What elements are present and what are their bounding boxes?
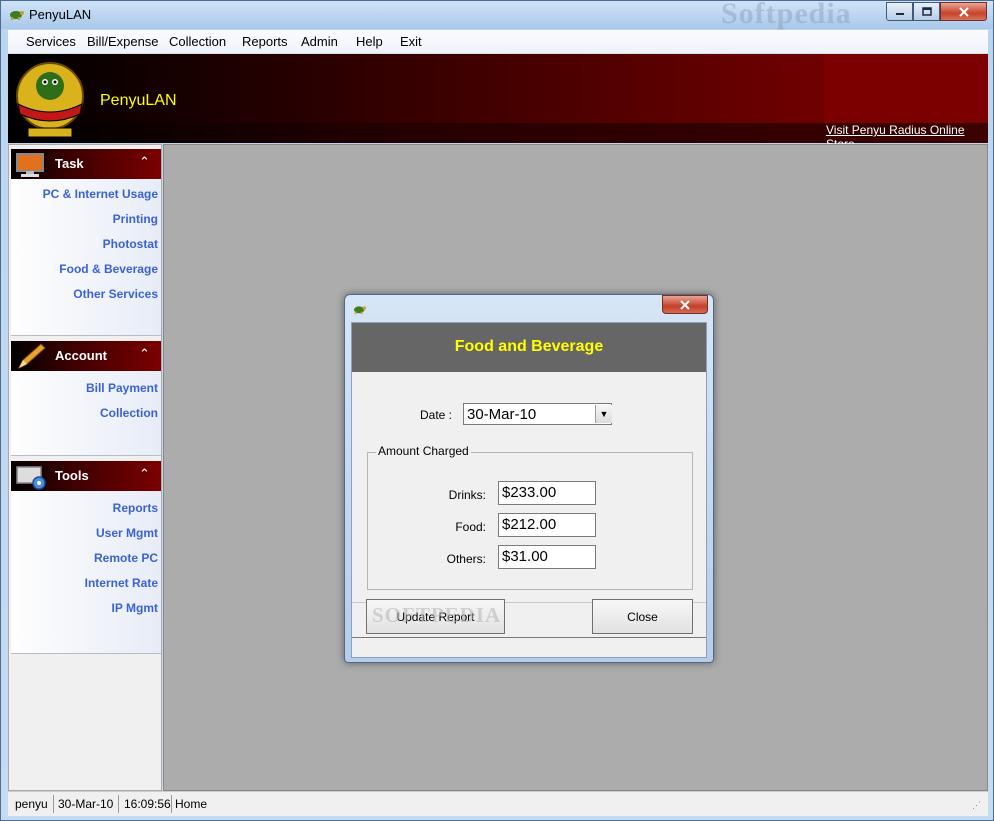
- status-time: 16:09:56: [124, 797, 171, 811]
- account-group-body: Bill Payment Collection: [11, 371, 161, 456]
- date-label: Date :: [420, 408, 453, 422]
- status-user: penyu: [15, 797, 48, 811]
- banner-app-name: PenyuLAN: [100, 92, 177, 109]
- minimize-button[interactable]: [886, 2, 913, 21]
- pencil-icon: [17, 343, 46, 370]
- date-picker[interactable]: 30-Mar-10 ▼: [463, 403, 612, 425]
- tools-icon: [16, 466, 46, 490]
- menu-exit[interactable]: Exit: [400, 34, 422, 49]
- dialog-close-button[interactable]: [662, 295, 708, 314]
- dialog-button-row: Update Report SOFTPEDIA Close: [352, 599, 706, 658]
- dialog-title: Food and Beverage: [454, 338, 604, 355]
- food-input[interactable]: $212.00: [498, 513, 596, 537]
- resize-grip-icon[interactable]: ⋰: [972, 800, 984, 812]
- turtle-app-icon: [354, 306, 366, 315]
- softpedia-watermark: Softpedia: [721, 0, 852, 30]
- maximize-button[interactable]: [913, 2, 940, 21]
- menu-collection[interactable]: Collection: [169, 34, 226, 49]
- close-label: Close: [627, 609, 658, 624]
- maximize-icon: [921, 6, 932, 16]
- account-group-header[interactable]: Account ⌃: [11, 341, 161, 371]
- divider: [352, 637, 706, 638]
- tools-reports[interactable]: Reports: [113, 501, 158, 515]
- tools-ip-mgmt[interactable]: IP Mgmt: [112, 601, 158, 615]
- status-date: 30-Mar-10: [58, 797, 114, 811]
- amount-charged-group: Amount Charged Drinks: $233.00 Food: $21…: [367, 444, 693, 590]
- account-group-title: Account: [55, 348, 107, 363]
- close-icon: [958, 6, 969, 17]
- window-close-button[interactable]: [940, 2, 987, 21]
- food-beverage-dialog: Food and Beverage Date : 30-Mar-10 ▼ Amo…: [344, 294, 714, 663]
- task-printing[interactable]: Printing: [113, 212, 158, 226]
- tools-remote-pc[interactable]: Remote PC: [94, 551, 158, 565]
- dropdown-arrow-icon[interactable]: ▼: [595, 405, 612, 423]
- account-bill-payment[interactable]: Bill Payment: [86, 381, 158, 395]
- task-photostat[interactable]: Photostat: [103, 237, 158, 251]
- dialog-header: Food and Beverage: [352, 323, 706, 372]
- tools-internet-rate[interactable]: Internet Rate: [85, 576, 158, 590]
- header-banner: PenyuLAN Visit Penyu Radius Online Store: [8, 54, 988, 151]
- tools-group-body: Reports User Mgmt Remote PC Internet Rat…: [11, 491, 161, 654]
- status-bar: penyu 30-Mar-10 16:09:56 Home ⋰: [8, 791, 988, 816]
- others-input[interactable]: $31.00: [498, 545, 596, 569]
- task-group-body: PC & Internet Usage Printing Photostat F…: [11, 179, 161, 336]
- account-collection[interactable]: Collection: [100, 406, 158, 420]
- tools-group-header[interactable]: Tools ⌃: [11, 461, 161, 491]
- menu-services[interactable]: Services: [26, 34, 76, 49]
- drinks-label: Drinks:: [448, 488, 486, 502]
- task-other-services[interactable]: Other Services: [73, 287, 158, 301]
- date-value: 30-Mar-10: [467, 406, 537, 423]
- status-location: Home: [175, 797, 208, 811]
- drinks-input[interactable]: $233.00: [498, 481, 596, 505]
- app-window: PenyuLAN Softpedia Services Bill/Expense…: [0, 0, 994, 821]
- tools-user-mgmt[interactable]: User Mgmt: [96, 526, 158, 540]
- minimize-icon: [895, 12, 904, 15]
- tools-group-title: Tools: [55, 468, 89, 483]
- amount-charged-label: Amount Charged: [376, 444, 471, 458]
- task-pc-internet-usage[interactable]: PC & Internet Usage: [43, 187, 158, 201]
- window-title: PenyuLAN: [29, 7, 92, 22]
- collapse-chevron-icon[interactable]: ⌃: [139, 466, 150, 482]
- food-label: Food:: [455, 520, 486, 534]
- close-icon: [680, 299, 690, 310]
- task-group-header[interactable]: Task ⌃: [11, 149, 161, 179]
- monitor-icon: [16, 153, 44, 177]
- penyu-radius-logo: [16, 62, 84, 138]
- others-label: Others:: [446, 552, 486, 566]
- title-bar[interactable]: PenyuLAN Softpedia: [1, 0, 994, 30]
- softpedia-watermark: SOFTPEDIA: [372, 603, 502, 627]
- collapse-chevron-icon[interactable]: ⌃: [139, 154, 150, 170]
- menu-admin[interactable]: Admin: [301, 34, 338, 49]
- turtle-app-icon: [10, 11, 24, 20]
- task-group-title: Task: [55, 156, 84, 171]
- collapse-chevron-icon[interactable]: ⌃: [139, 346, 150, 362]
- dialog-body: Food and Beverage Date : 30-Mar-10 ▼ Amo…: [351, 322, 707, 658]
- close-button[interactable]: Close: [592, 599, 693, 634]
- status-divider: [53, 795, 54, 813]
- status-divider: [118, 795, 119, 813]
- status-divider: [171, 795, 172, 813]
- menu-help[interactable]: Help: [356, 34, 383, 49]
- task-food-beverage[interactable]: Food & Beverage: [59, 262, 158, 276]
- menu-reports[interactable]: Reports: [242, 34, 288, 49]
- menu-bill-expense[interactable]: Bill/Expense: [87, 34, 159, 49]
- task-sidebar: Task ⌃ PC & Internet Usage Printing Phot…: [8, 144, 162, 791]
- menu-bar: Services Bill/Expense Collection Reports…: [8, 30, 988, 54]
